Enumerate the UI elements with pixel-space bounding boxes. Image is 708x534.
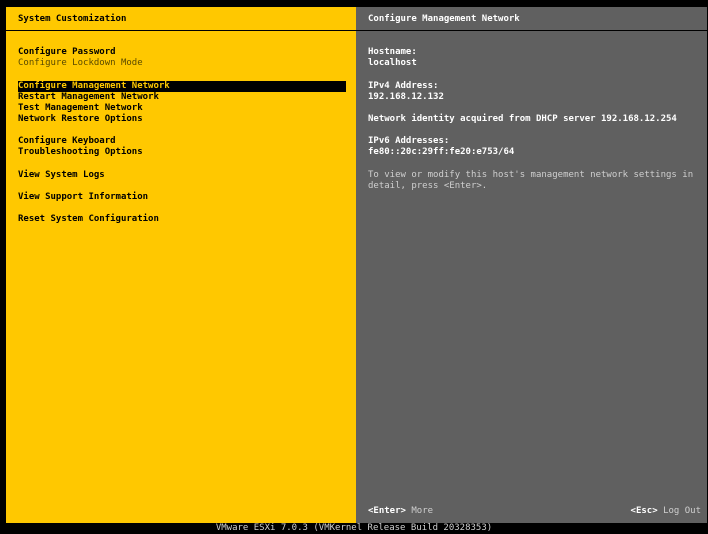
ipv6-label: IPv6 Addresses: [368,136,450,146]
system-customization-panel: System Customization Configure Password … [6,7,356,523]
hostname-label: Hostname: [368,47,417,57]
configure-management-network-panel: Configure Management Network Hostname: l… [356,7,707,523]
menu-configure-password[interactable]: Configure Password [18,47,346,58]
right-panel-title: Configure Management Network [356,7,707,31]
menu-test-management-network[interactable]: Test Management Network [18,103,346,114]
footer-more[interactable]: <Enter> More [368,505,433,517]
ipv6-value: fe80::20c:29ff:fe20:e753/64 [368,147,515,157]
log-out-action-label: Log Out [663,506,701,516]
menu-configure-keyboard[interactable]: Configure Keyboard [18,136,346,147]
ipv4-label: IPv4 Address: [368,81,439,91]
version-status-bar: VMware ESXi 7.0.3 (VMKernel Release Buil… [0,523,708,534]
dhcp-note: Network identity acquired from DHCP serv… [368,114,677,124]
left-panel-title: System Customization [6,7,356,31]
more-action-label: More [411,506,434,516]
esc-key-label: <Esc> [630,506,658,516]
menu-troubleshooting-options[interactable]: Troubleshooting Options [18,147,346,158]
enter-key-label: <Enter> [368,506,406,516]
menu-reset-system-configuration[interactable]: Reset System Configuration [18,214,346,225]
menu-network-restore-options[interactable]: Network Restore Options [18,114,346,125]
menu-view-system-logs[interactable]: View System Logs [18,170,346,181]
menu-view-support-information[interactable]: View Support Information [18,192,346,203]
esxi-dcui-screen: System Customization Configure Password … [0,0,708,534]
hostname-value: localhost [368,58,417,68]
help-text: To view or modify this host's management… [368,170,694,191]
footer-log-out[interactable]: <Esc> Log Out [631,505,701,517]
menu-configure-management-network[interactable]: Configure Management Network [18,81,346,92]
menu-restart-management-network[interactable]: Restart Management Network [18,92,346,103]
ipv4-value: 192.168.12.132 [368,92,444,102]
menu-configure-lockdown-mode[interactable]: Configure Lockdown Mode [18,58,346,69]
